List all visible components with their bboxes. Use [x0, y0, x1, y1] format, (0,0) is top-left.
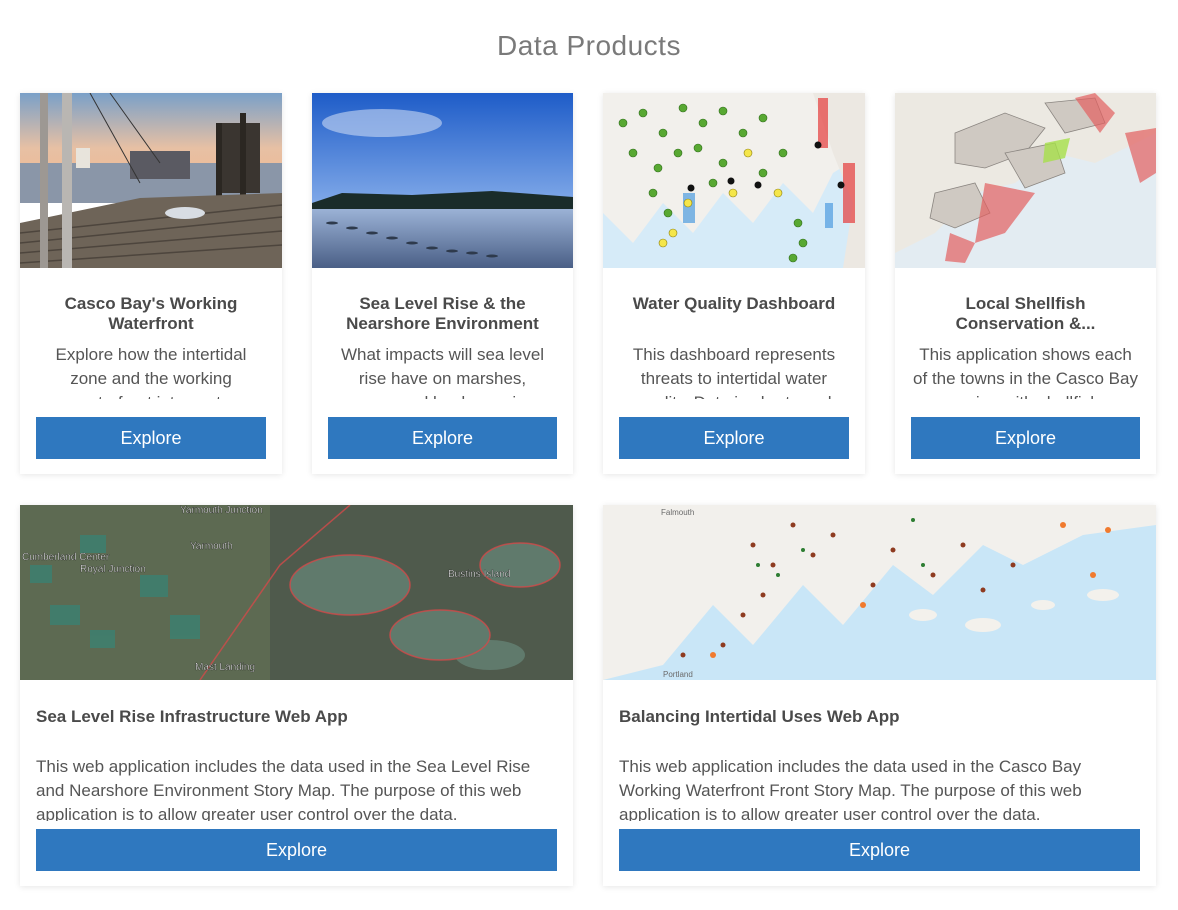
thumbnail-tidal-flat-photo[interactable] [312, 93, 573, 268]
card-slr-infrastructure: Yarmouth Junction Yarmouth Cumberland Ce… [20, 505, 573, 886]
map-label: Mast Landing [195, 662, 255, 673]
card-title: Water Quality Dashboard [632, 294, 836, 313]
card-title: Casco Bay's Working Waterfront [64, 294, 238, 333]
card-description: This web application includes the data u… [36, 757, 531, 821]
map-label: Yarmouth [190, 541, 233, 552]
card-description: What impacts will sea level rise have on… [340, 345, 545, 399]
map-label: Yarmouth Junction [180, 505, 263, 516]
thumbnail-intertidal-map[interactable]: Falmouth Portland [603, 505, 1156, 680]
explore-button[interactable]: Explore [36, 829, 557, 871]
page-title: Data Products [497, 30, 681, 61]
map-label: Royal Junction [80, 564, 146, 575]
card-title: Sea Level Rise & the Nearshore Environme… [346, 294, 539, 333]
card-title: Local Shellfish Conservation &... [955, 294, 1096, 333]
explore-button[interactable]: Explore [911, 417, 1140, 459]
map-label: Falmouth [661, 508, 694, 517]
explore-button[interactable]: Explore [36, 417, 266, 459]
explore-button[interactable]: Explore [619, 829, 1140, 871]
explore-button[interactable]: Explore [328, 417, 557, 459]
card-water-quality: Water Quality Dashboard This dashboard r… [603, 93, 865, 474]
card-title: Sea Level Rise Infrastructure Web App [36, 707, 348, 726]
card-title: Balancing Intertidal Uses Web App [619, 707, 900, 726]
card-intertidal-uses: Falmouth Portland Balancing Intertidal U… [603, 505, 1156, 886]
map-label: Portland [663, 670, 693, 679]
card-shellfish: Local Shellfish Conservation &... This a… [895, 93, 1156, 474]
thumbnail-satellite-map[interactable]: Yarmouth Junction Yarmouth Cumberland Ce… [20, 505, 573, 680]
thumbnail-water-quality-map[interactable] [603, 93, 865, 268]
thumbnail-dock-photo[interactable] [20, 93, 282, 268]
card-description: This web application includes the data u… [619, 757, 1082, 821]
card-description: This dashboard represents threats to int… [632, 345, 836, 399]
card-working-waterfront: Casco Bay's Working Waterfront Explore h… [20, 93, 282, 474]
thumbnail-shellfish-map[interactable] [895, 93, 1156, 268]
card-description: Explore how the intertidal zone and the … [55, 345, 247, 399]
map-label: Bustins Island [448, 569, 510, 580]
map-label: Cumberland Center [22, 552, 110, 563]
card-description: This application shows each of the towns… [913, 345, 1138, 399]
card-sea-level-rise: Sea Level Rise & the Nearshore Environme… [312, 93, 573, 474]
explore-button[interactable]: Explore [619, 417, 849, 459]
